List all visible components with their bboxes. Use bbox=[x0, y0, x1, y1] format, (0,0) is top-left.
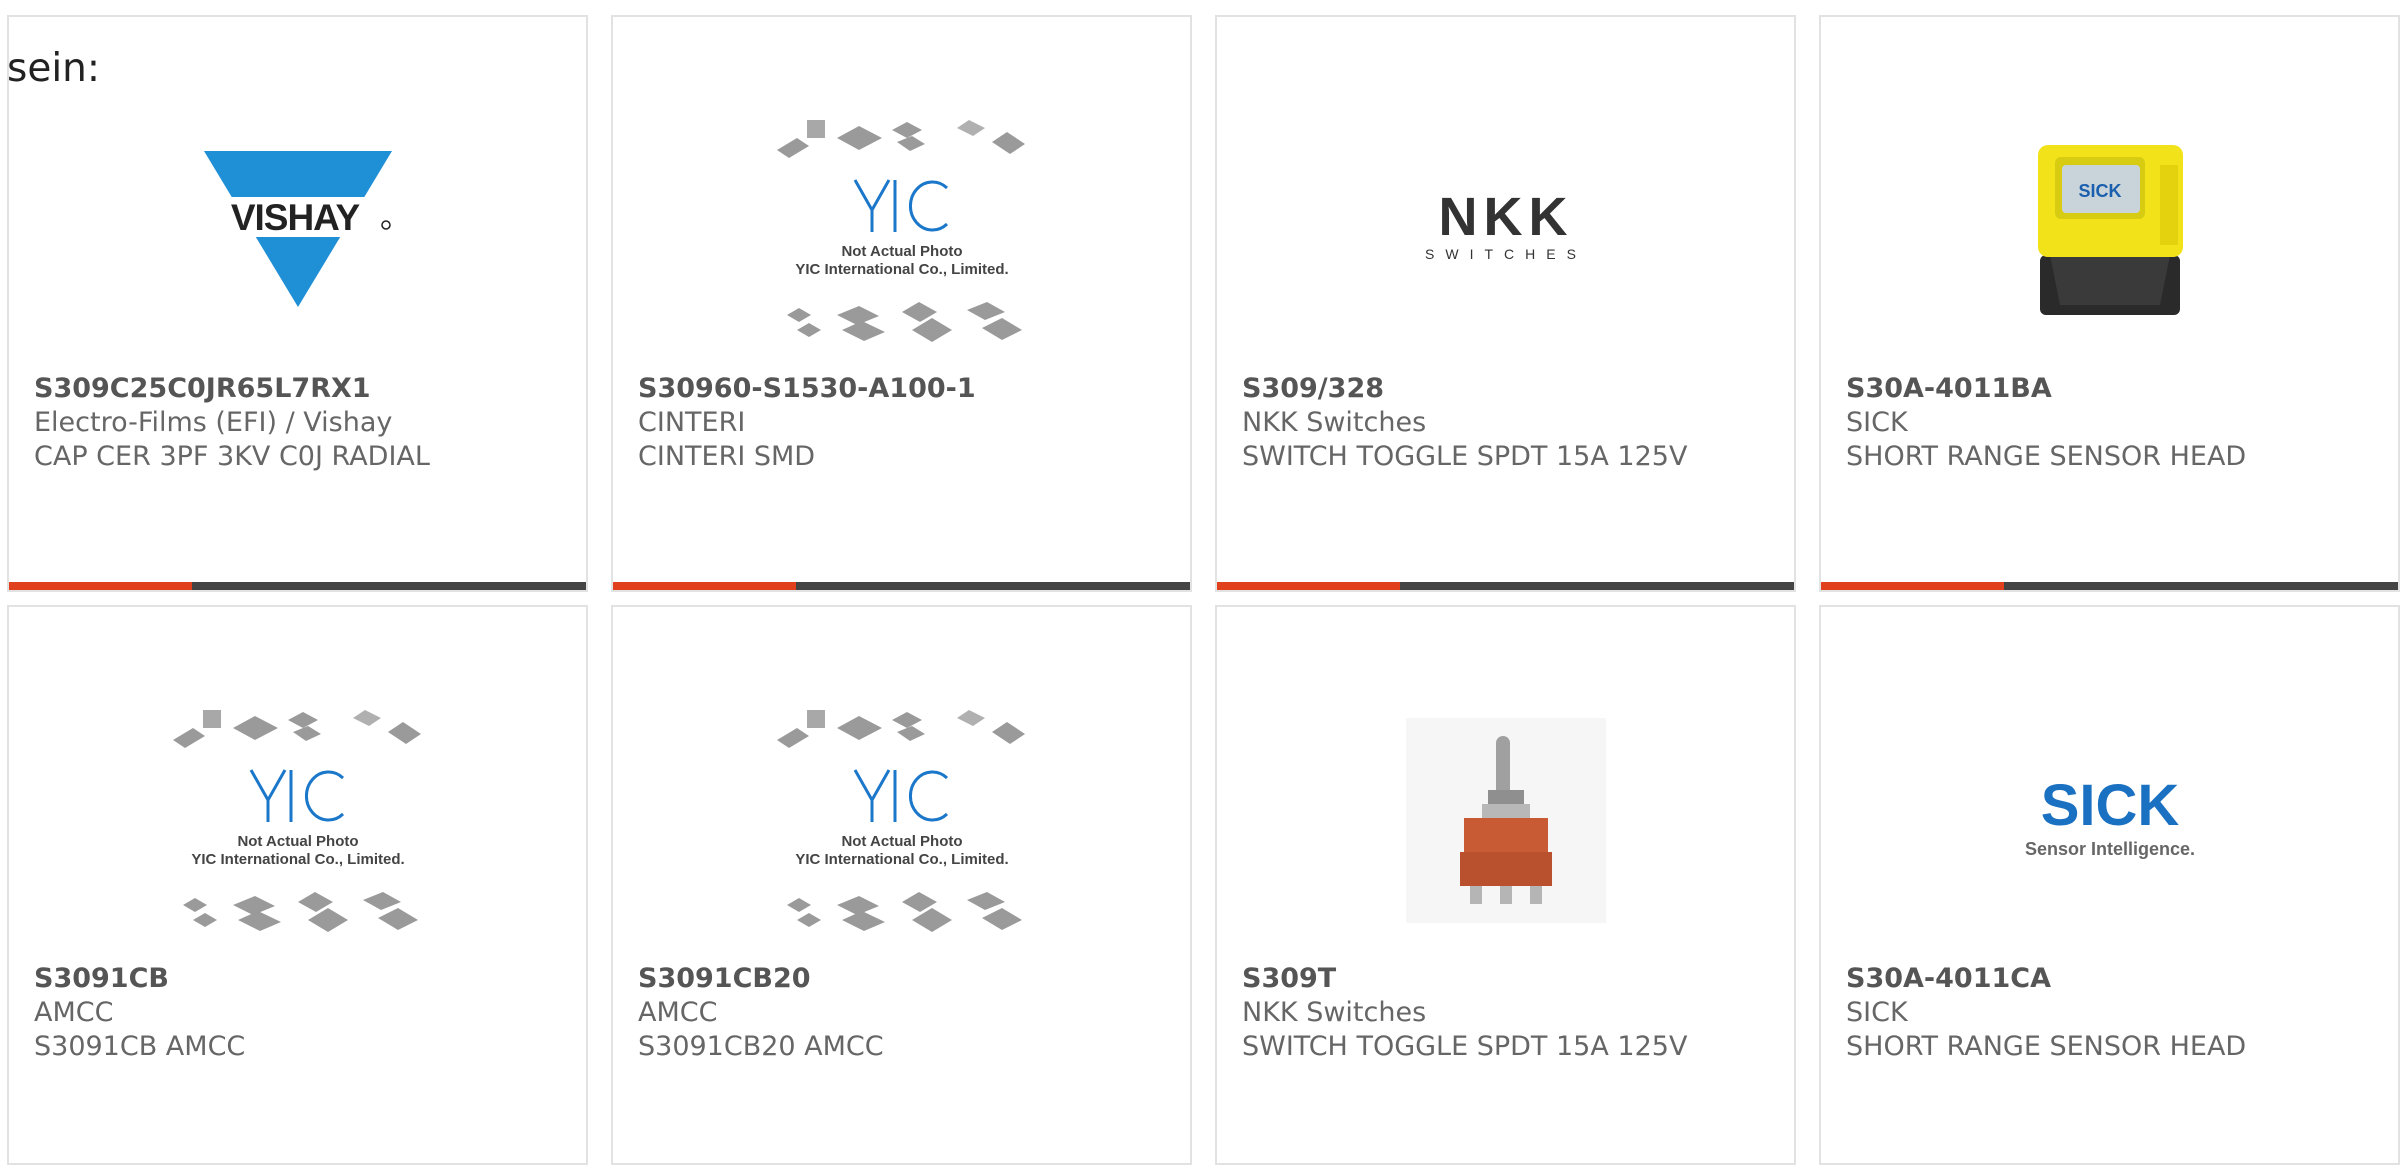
svg-text:SICK: SICK bbox=[2040, 775, 2179, 838]
svg-text:NKK: NKK bbox=[1438, 187, 1573, 247]
toggle-switch-image bbox=[1405, 717, 1606, 923]
description: SHORT RANGE SENSOR HEAD bbox=[1846, 441, 2247, 472]
product-image[interactable]: Not Actual Photo YIC International Co., … bbox=[613, 99, 1190, 361]
svg-text:Not Actual Photo: Not Actual Photo bbox=[841, 243, 962, 260]
card-bar-accent bbox=[1217, 582, 1400, 590]
manufacturer: SICK bbox=[1846, 997, 1908, 1028]
nkk-logo: NKK SWITCHES bbox=[1425, 187, 1587, 262]
part-number[interactable]: S3091CB20 bbox=[638, 962, 1180, 996]
card-bar-accent bbox=[1821, 582, 2004, 590]
lead-text: sein: bbox=[7, 46, 101, 91]
product-image[interactable]: SICK bbox=[1821, 99, 2398, 361]
part-number[interactable]: S309/328 bbox=[1242, 372, 1784, 406]
card-bar bbox=[9, 582, 586, 590]
sick-logo: SICK Sensor Intelligence. bbox=[2024, 775, 2194, 859]
card-bar-accent bbox=[9, 582, 192, 590]
product-card[interactable]: SICK S30A-4011BA SICK SHORT RANGE SENSOR… bbox=[1819, 15, 2400, 592]
card-bar bbox=[1217, 582, 1794, 590]
vishay-logo: VISHAY bbox=[197, 145, 398, 315]
description: SHORT RANGE SENSOR HEAD bbox=[1846, 1031, 2247, 1062]
card-bar bbox=[613, 582, 1190, 590]
product-card[interactable]: SICK Sensor Intelligence. S30A-4011CA SI… bbox=[1819, 605, 2400, 1165]
card-bar-accent bbox=[613, 582, 796, 590]
product-image[interactable]: VISHAY bbox=[9, 99, 586, 361]
product-image[interactable]: NKK SWITCHES bbox=[1217, 99, 1794, 361]
manufacturer: CINTERI bbox=[638, 407, 746, 438]
product-card[interactable]: NKK SWITCHES S309/328 NKK Switches SWITC… bbox=[1215, 15, 1796, 592]
svg-text:VISHAY: VISHAY bbox=[230, 197, 360, 238]
product-image[interactable] bbox=[1217, 689, 1794, 951]
product-image[interactable]: Not Actual Photo YIC International Co., … bbox=[613, 689, 1190, 951]
product-image[interactable]: SICK Sensor Intelligence. bbox=[1821, 689, 2398, 951]
svg-text:YIC International Co., Limited: YIC International Co., Limited. bbox=[795, 851, 1008, 868]
description: S3091CB AMCC bbox=[34, 1031, 246, 1062]
yic-placeholder-image: Not Actual Photo YIC International Co., … bbox=[776, 120, 1025, 342]
card-bar bbox=[1821, 582, 2398, 590]
description: CINTERI SMD bbox=[638, 441, 816, 472]
sick-sensor-image: SICK bbox=[2037, 145, 2183, 315]
description: S3091CB20 AMCC bbox=[638, 1031, 884, 1062]
description: SWITCH TOGGLE SPDT 15A 125V bbox=[1242, 441, 1688, 472]
manufacturer: Electro-Films (EFI) / Vishay bbox=[34, 407, 393, 438]
description: CAP CER 3PF 3KV C0J RADIAL bbox=[34, 441, 430, 472]
svg-text:YIC International Co., Limited: YIC International Co., Limited. bbox=[795, 261, 1008, 278]
part-number[interactable]: S30A-4011BA bbox=[1846, 372, 2388, 406]
manufacturer: AMCC bbox=[34, 997, 114, 1028]
product-card[interactable]: S309T NKK Switches SWITCH TOGGLE SPDT 15… bbox=[1215, 605, 1796, 1165]
manufacturer: NKK Switches bbox=[1242, 997, 1427, 1028]
manufacturer: NKK Switches bbox=[1242, 407, 1427, 438]
svg-text:SWITCHES: SWITCHES bbox=[1425, 246, 1587, 262]
part-number[interactable]: S3091CB bbox=[34, 962, 576, 996]
description: SWITCH TOGGLE SPDT 15A 125V bbox=[1242, 1031, 1688, 1062]
manufacturer: AMCC bbox=[638, 997, 718, 1028]
part-number[interactable]: S30960-S1530-A100-1 bbox=[638, 372, 1180, 406]
product-card[interactable]: Not Actual Photo YIC International Co., … bbox=[611, 15, 1192, 592]
yic-placeholder-image: Not Actual Photo YIC International Co., … bbox=[172, 710, 421, 932]
product-card[interactable]: Not Actual Photo YIC International Co., … bbox=[7, 605, 588, 1165]
yic-placeholder-image: Not Actual Photo YIC International Co., … bbox=[776, 710, 1025, 932]
svg-text:Not Actual Photo: Not Actual Photo bbox=[841, 833, 962, 850]
svg-text:Sensor Intelligence.: Sensor Intelligence. bbox=[2024, 839, 2194, 859]
svg-text:SICK: SICK bbox=[2078, 181, 2121, 201]
svg-text:YIC International Co., Limited: YIC International Co., Limited. bbox=[191, 851, 404, 868]
part-number[interactable]: S309T bbox=[1242, 962, 1784, 996]
product-card[interactable]: Not Actual Photo YIC International Co., … bbox=[611, 605, 1192, 1165]
manufacturer: SICK bbox=[1846, 407, 1908, 438]
part-number[interactable]: S30A-4011CA bbox=[1846, 962, 2388, 996]
product-card[interactable]: VISHAY S309C25C0JR65L7RX1 Electro-Films … bbox=[7, 15, 588, 592]
part-number[interactable]: S309C25C0JR65L7RX1 bbox=[34, 372, 576, 406]
product-image[interactable]: Not Actual Photo YIC International Co., … bbox=[9, 689, 586, 951]
svg-text:Not Actual Photo: Not Actual Photo bbox=[237, 833, 358, 850]
